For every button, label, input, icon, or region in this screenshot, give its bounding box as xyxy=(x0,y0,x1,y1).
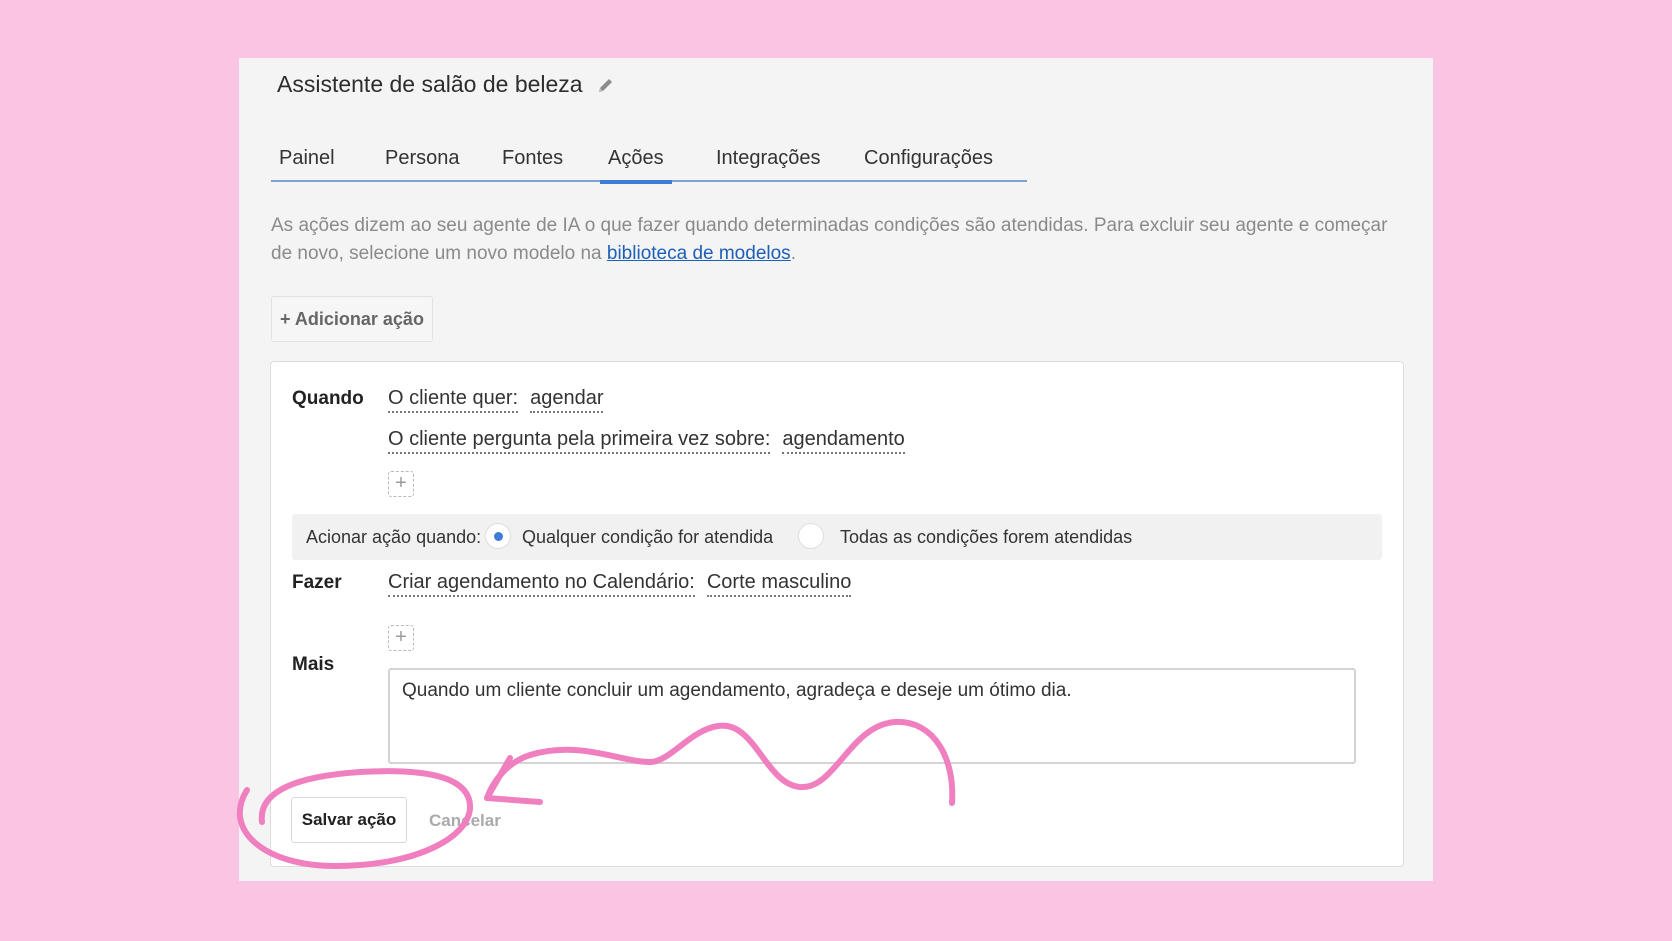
radio-any-condition[interactable] xyxy=(485,523,511,549)
do-key[interactable]: Criar agendamento no Calendário: xyxy=(388,571,695,597)
when-label: Quando xyxy=(292,388,364,409)
condition-value[interactable]: agendamento xyxy=(782,428,905,454)
cancel-button[interactable]: Cancelar xyxy=(429,811,501,831)
more-label: Mais xyxy=(292,654,335,675)
agent-title: Assistente de salão de beleza xyxy=(277,71,583,97)
tab-acoes[interactable]: Ações xyxy=(600,142,672,184)
description-text: As ações dizem ao seu agente de IA o que… xyxy=(271,215,1388,264)
trigger-label: Acionar ação quando: xyxy=(306,527,482,547)
radio-all-conditions[interactable] xyxy=(798,523,824,549)
trigger-bar: Acionar ação quando: Qualquer condição f… xyxy=(292,514,1382,560)
more-textarea[interactable]: Quando um cliente concluir um agendament… xyxy=(388,668,1356,764)
condition-key[interactable]: O cliente quer: xyxy=(388,387,519,413)
condition-key[interactable]: O cliente pergunta pela primeira vez sob… xyxy=(388,428,771,454)
do-value[interactable]: Corte masculino xyxy=(706,571,852,597)
tab-integracoes[interactable]: Integrações xyxy=(708,142,829,182)
add-condition-button[interactable]: + xyxy=(388,471,414,497)
template-library-link[interactable]: biblioteca de modelos xyxy=(607,243,791,264)
actions-panel: Assistente de salão de beleza Painel Per… xyxy=(239,58,1433,881)
tab-painel[interactable]: Painel xyxy=(271,142,343,182)
tab-fontes[interactable]: Fontes xyxy=(494,142,571,182)
tab-bar: Painel Persona Fontes Ações Integrações … xyxy=(271,142,1027,184)
do-label: Fazer xyxy=(292,572,342,593)
action-card: Quando O cliente quer: agendar O cliente… xyxy=(270,361,1404,867)
save-action-button[interactable]: Salvar ação xyxy=(291,797,407,843)
condition-value[interactable]: agendar xyxy=(530,387,604,413)
condition-row: O cliente pergunta pela primeira vez sob… xyxy=(388,428,905,454)
tab-persona[interactable]: Persona xyxy=(377,142,468,182)
pencil-icon[interactable] xyxy=(597,76,615,94)
tab-configuracoes[interactable]: Configurações xyxy=(856,142,1001,182)
title-row: Assistente de salão de beleza xyxy=(277,71,615,98)
radio-all-label[interactable]: Todas as condições forem atendidas xyxy=(840,527,1132,548)
actions-description: As ações dizem ao seu agente de IA o que… xyxy=(271,212,1411,268)
add-do-button[interactable]: + xyxy=(388,625,414,651)
description-suffix: . xyxy=(790,243,796,264)
radio-any-label[interactable]: Qualquer condição for atendida xyxy=(522,527,773,548)
condition-row: O cliente quer: agendar xyxy=(388,387,604,413)
do-row: Criar agendamento no Calendário: Corte m… xyxy=(388,571,852,597)
add-action-button[interactable]: + Adicionar ação xyxy=(271,296,433,342)
